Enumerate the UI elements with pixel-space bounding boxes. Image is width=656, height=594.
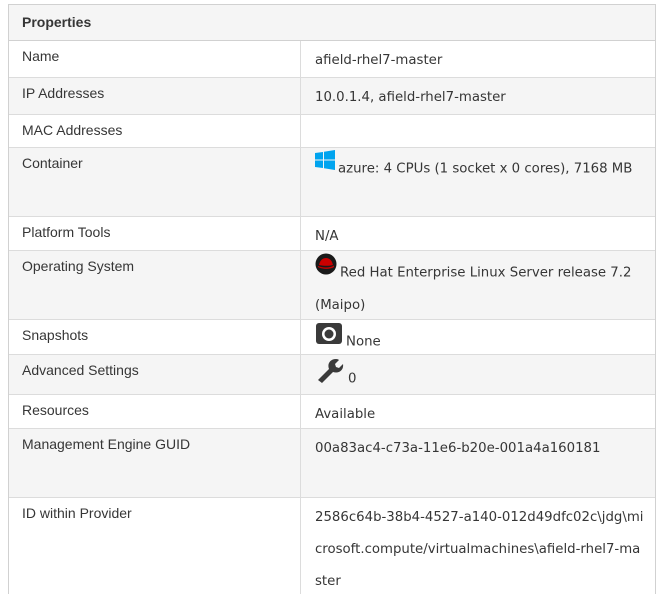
row-label: Operating System: [9, 251, 301, 319]
row-label: Management Engine GUID: [9, 429, 301, 497]
table-row: Snapshots None: [9, 320, 655, 355]
wrench-icon: [315, 357, 345, 396]
properties-panel: Properties Name afield-rhel7-master IP A…: [8, 4, 656, 594]
snapshots-value: None: [346, 334, 381, 350]
table-row: IP Addresses 10.0.1.4, afield-rhel7-mast…: [9, 78, 655, 115]
table-row: Resources Available: [9, 395, 655, 429]
panel-title: Properties: [9, 5, 655, 41]
row-value: N/A: [315, 229, 339, 244]
row-value-cell: Red Hat Enterprise Linux Server release …: [301, 251, 655, 319]
camera-icon: [315, 322, 343, 357]
row-value: 10.0.1.4, afield-rhel7-master: [315, 90, 506, 105]
row-label: MAC Addresses: [9, 115, 301, 147]
row-label: Platform Tools: [9, 217, 301, 250]
table-row: Name afield-rhel7-master: [9, 41, 655, 78]
table-row: Container azure: 4 CPUs (1 socket x 0 co…: [9, 148, 655, 217]
row-label: Name: [9, 41, 301, 77]
table-row: ID within Provider 2586c64b-38b4-4527-a1…: [9, 498, 655, 594]
table-row: Management Engine GUID 00a83ac4-c73a-11e…: [9, 429, 655, 498]
row-value-cell: 0: [301, 355, 655, 394]
row-value: 00a83ac4-c73a-11e6-b20e-001a4a160181: [315, 441, 601, 456]
row-label: IP Addresses: [9, 78, 301, 114]
os-value: Red Hat Enterprise Linux Server release …: [315, 265, 632, 314]
row-value: [301, 115, 655, 147]
windows-logo-icon: [315, 150, 335, 183]
redhat-logo-icon: [315, 253, 337, 288]
table-row: MAC Addresses: [9, 115, 655, 148]
container-value: azure: 4 CPUs (1 socket x 0 cores), 7168…: [338, 161, 633, 177]
row-value: afield-rhel7-master: [315, 53, 443, 68]
row-label: ID within Provider: [9, 498, 301, 594]
table-row: Platform Tools N/A: [9, 217, 655, 251]
row-label: Snapshots: [9, 320, 301, 354]
table-row: Advanced Settings 0: [9, 355, 655, 395]
row-value: 2586c64b-38b4-4527-a140-012d49dfc02c\jdg…: [315, 510, 644, 589]
row-label: Resources: [9, 395, 301, 428]
row-value-cell: azure: 4 CPUs (1 socket x 0 cores), 7168…: [301, 148, 655, 216]
table-row: Operating System Red Hat Enterprise Linu…: [9, 251, 655, 320]
row-value: Available: [315, 407, 376, 422]
advanced-settings-value: 0: [348, 371, 357, 387]
row-label: Container: [9, 148, 301, 216]
row-value-cell: None: [301, 320, 655, 354]
row-label: Advanced Settings: [9, 355, 301, 394]
